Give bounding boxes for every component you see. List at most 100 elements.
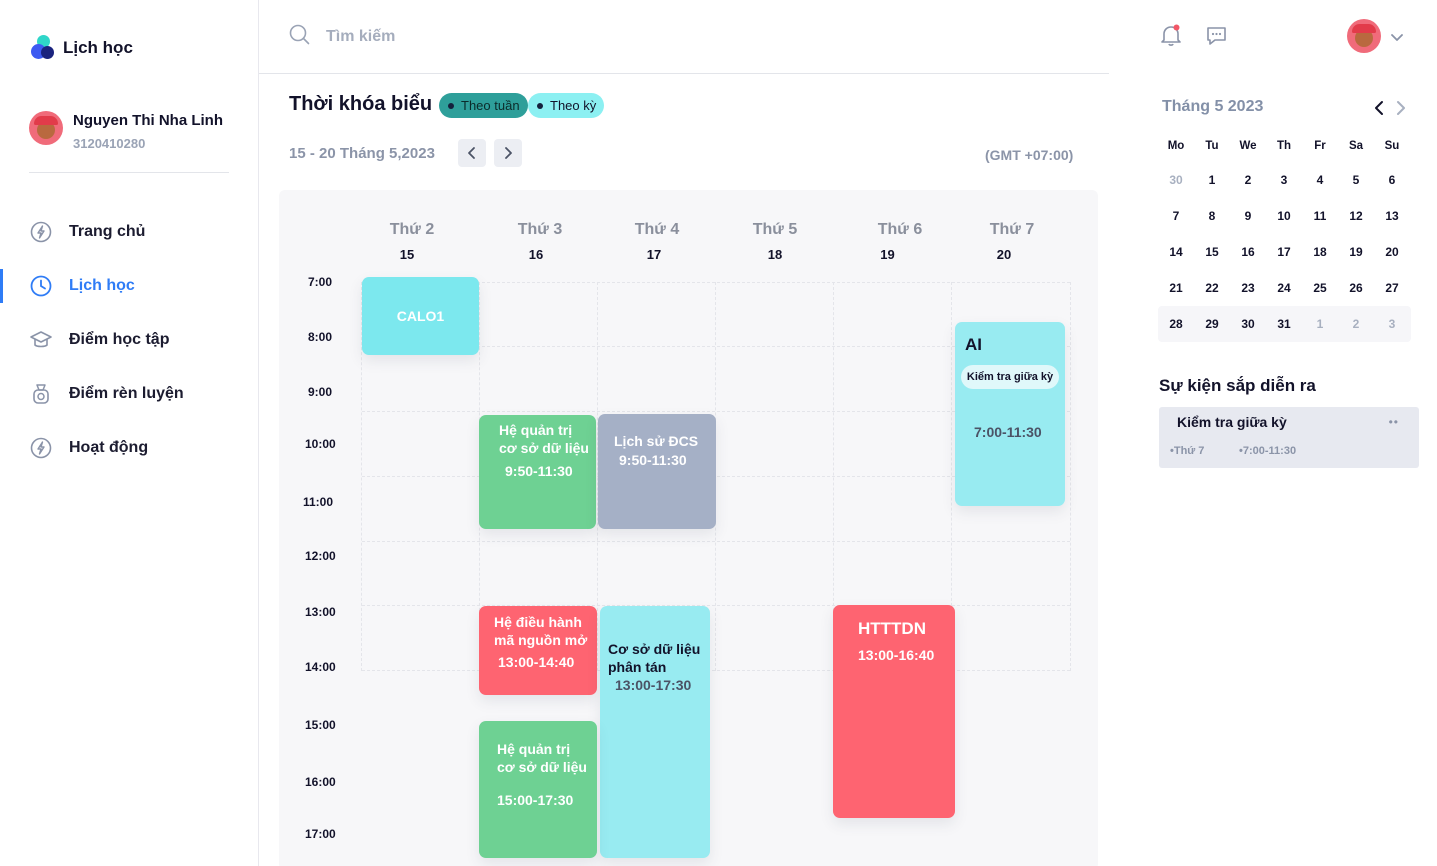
calendar-day[interactable]: 7 — [1158, 209, 1194, 223]
sidebar-item-label: Hoạt động — [69, 439, 149, 456]
calendar-day[interactable]: 30 — [1158, 173, 1194, 187]
sidebar-item-hoat-dong[interactable]: Hoạt động — [0, 421, 258, 475]
calendar-day[interactable]: 14 — [1158, 245, 1194, 259]
upcoming-event-name: Kiểm tra giữa kỳ — [1177, 414, 1287, 430]
calendar-day[interactable]: 6 — [1374, 173, 1410, 187]
calendar-day[interactable]: 3 — [1374, 317, 1410, 331]
calendar-day[interactable]: 4 — [1302, 173, 1338, 187]
prev-week-button[interactable] — [458, 139, 486, 167]
time-label: 9:00 — [308, 385, 333, 399]
sidebar-item-trang-chu[interactable]: Trang chủ — [0, 205, 258, 259]
sidebar: Lịch học Nguyen Thi Nha Linh 3120410280 … — [0, 0, 259, 866]
day-date: 19 — [880, 247, 895, 262]
event-ai[interactable]: AI Kiểm tra giữa kỳ 7:00-11:30 — [955, 322, 1065, 506]
graduation-cap-icon — [29, 328, 53, 352]
view-term-toggle[interactable]: Theo kỳ — [528, 93, 605, 118]
calendar-day[interactable]: 12 — [1338, 209, 1374, 223]
upcoming-event-time: •7:00-11:30 — [1239, 445, 1297, 457]
view-week-label: Theo tuần — [461, 98, 520, 113]
calendar-day[interactable]: 10 — [1266, 209, 1302, 223]
day-header: Thứ 4 17 — [607, 221, 707, 262]
calendar-day[interactable]: 24 — [1266, 281, 1302, 295]
day-header: Thứ 6 19 — [850, 221, 950, 262]
calendar-day[interactable]: 1 — [1194, 173, 1230, 187]
next-week-button[interactable] — [494, 139, 522, 167]
upcoming-event-card[interactable]: Kiểm tra giữa kỳ •• •Thứ 7 •7:00-11:30 — [1159, 407, 1419, 468]
avatar — [29, 111, 63, 145]
bell-icon[interactable] — [1160, 23, 1182, 52]
time-label: 13:00 — [305, 605, 336, 619]
calendar-day[interactable]: 27 — [1374, 281, 1410, 295]
sidebar-item-lich-hoc[interactable]: Lịch học — [0, 259, 258, 313]
calendar-day[interactable]: 18 — [1302, 245, 1338, 259]
event-title: AI — [965, 335, 982, 354]
calendar-day[interactable]: 23 — [1230, 281, 1266, 295]
calendar-day[interactable]: 5 — [1338, 173, 1374, 187]
sidebar-item-label: Trang chủ — [69, 223, 146, 240]
upcoming-event-day: •Thứ 7 — [1170, 445, 1205, 457]
app-title: Lịch học — [63, 38, 133, 57]
weekday-label: Mo — [1167, 140, 1185, 152]
calendar-day[interactable]: 13 — [1374, 209, 1410, 223]
calendar-day[interactable]: 19 — [1338, 245, 1374, 259]
sidebar-item-diem-hoc-tap[interactable]: Điểm học tập — [0, 313, 258, 367]
calendar-day[interactable]: 17 — [1266, 245, 1302, 259]
calendar-day[interactable]: 8 — [1194, 209, 1230, 223]
calendar-day[interactable]: 28 — [1158, 317, 1194, 331]
day-header: Thứ 7 20 — [962, 221, 1062, 262]
app-logo[interactable]: Lịch học — [31, 35, 133, 61]
user-profile[interactable]: Nguyen Thi Nha Linh 3120410280 — [29, 111, 223, 151]
home-bolt-icon — [29, 220, 53, 244]
calendar-day[interactable]: 21 — [1158, 281, 1194, 295]
calendar-day[interactable]: 26 — [1338, 281, 1374, 295]
search-icon[interactable] — [289, 24, 310, 50]
event-title: Hệ điều hành — [494, 614, 582, 630]
mini-calendar-title: Tháng 5 2023 — [1162, 98, 1264, 115]
weekday-label: We — [1239, 140, 1257, 152]
time-label: 7:00 — [308, 275, 333, 289]
grid-row — [362, 541, 1070, 542]
event-calo1[interactable]: CALO1 — [362, 277, 479, 355]
calendar-day[interactable]: 16 — [1230, 245, 1266, 259]
event-lich-su-dcs[interactable]: Lịch sử ĐCS 9:50-11:30 — [598, 414, 716, 529]
day-date: 18 — [767, 247, 783, 262]
calendar-day[interactable]: 20 — [1374, 245, 1410, 259]
event-htttdn[interactable]: HTTTDN 13:00-16:40 — [833, 605, 955, 818]
timezone-label: (GMT +07:00) — [985, 147, 1074, 163]
sidebar-item-label: Điểm học tập — [69, 331, 170, 348]
view-week-toggle[interactable]: Theo tuần — [439, 93, 528, 118]
calendar-day[interactable]: 11 — [1302, 209, 1338, 223]
activity-bolt-icon — [29, 436, 53, 460]
calendar-day[interactable]: 29 — [1194, 317, 1230, 331]
event-csdl-phan-tan[interactable]: Cơ sở dữ liệu phân tán 13:00-17:30 — [600, 606, 710, 858]
event-time: 7:00-11:30 — [974, 424, 1042, 440]
calendar-day[interactable]: 3 — [1266, 173, 1302, 187]
calendar-day[interactable]: 9 — [1230, 209, 1266, 223]
chevron-down-icon[interactable] — [1390, 30, 1404, 48]
calendar-day[interactable]: 15 — [1194, 245, 1230, 259]
search-bar — [259, 0, 1109, 74]
event-badge: Kiểm tra giữa kỳ — [961, 365, 1059, 389]
sidebar-item-diem-ren-luyen[interactable]: Điểm rèn luyện — [0, 367, 258, 421]
avatar[interactable] — [1347, 19, 1381, 53]
chevron-right-icon[interactable] — [1394, 100, 1410, 116]
calendar-day[interactable]: 31 — [1266, 317, 1302, 331]
calendar-day[interactable]: 2 — [1338, 317, 1374, 331]
calendar-day[interactable]: 30 — [1230, 317, 1266, 331]
day-name: Thứ 7 — [989, 221, 1035, 238]
calendar-day[interactable]: 25 — [1302, 281, 1338, 295]
calendar-day[interactable]: 22 — [1194, 281, 1230, 295]
search-input[interactable] — [326, 27, 726, 46]
message-icon[interactable] — [1205, 25, 1228, 52]
chevron-left-icon[interactable] — [1373, 100, 1389, 116]
calendar-day[interactable]: 2 — [1230, 173, 1266, 187]
dot-icon — [448, 102, 454, 109]
upcoming-events-title: Sự kiện sắp diễn ra — [1159, 376, 1316, 395]
calendar-day[interactable]: 1 — [1302, 317, 1338, 331]
event-he-quan-tri-csdl-2[interactable]: Hệ quản trị cơ sở dữ liệu 15:00-17:30 — [479, 721, 597, 858]
time-label: 14:00 — [305, 660, 336, 674]
more-options-icon[interactable]: •• — [1389, 415, 1399, 429]
event-time: 13:00-14:40 — [498, 654, 575, 670]
event-he-dieu-hanh[interactable]: Hệ điều hành mã nguồn mở 13:00-14:40 — [479, 606, 597, 695]
event-he-quan-tri-csdl[interactable]: Hệ quản trị cơ sở dữ liệu 9:50-11:30 — [479, 415, 596, 529]
